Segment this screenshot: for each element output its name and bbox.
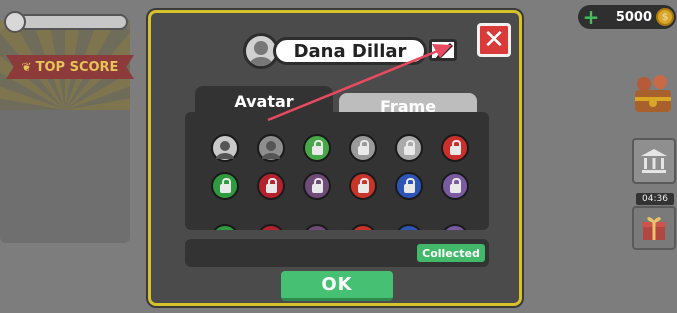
tab-avatar-label: Avatar xyxy=(234,91,294,111)
profile-dialog: Dana Dillar ✕ Frame Avatar Collected OK xyxy=(148,10,522,306)
avatar-option[interactable] xyxy=(257,134,285,162)
top-score-banner: ❦ TOP SCORE xyxy=(6,55,134,79)
plus-icon[interactable]: + xyxy=(582,7,600,27)
museum-button[interactable] xyxy=(632,138,676,184)
person-icon xyxy=(216,141,234,159)
gift-button[interactable] xyxy=(632,206,676,250)
coin-value: 5000 xyxy=(615,9,652,25)
gift-icon xyxy=(642,217,666,240)
close-icon: ✕ xyxy=(483,25,505,55)
edit-name-button[interactable] xyxy=(429,39,457,61)
avatar-option-partial[interactable] xyxy=(349,224,377,230)
lock-icon xyxy=(403,139,415,155)
gift-timer: 04:36 xyxy=(636,193,674,205)
person-icon xyxy=(262,141,280,159)
top-score-label: TOP SCORE xyxy=(35,59,119,75)
avatar-option[interactable] xyxy=(441,172,469,200)
ok-button[interactable]: OK xyxy=(281,271,393,301)
avatar-grid xyxy=(185,112,489,230)
player-avatar xyxy=(4,11,26,33)
treasure-chest-icon[interactable] xyxy=(630,70,676,120)
player-name-field: Dana Dillar xyxy=(273,37,427,65)
avatar-option[interactable] xyxy=(211,172,239,200)
avatar-option-partial[interactable] xyxy=(303,224,331,230)
lock-icon xyxy=(219,177,231,193)
avatar-option[interactable] xyxy=(303,172,331,200)
lock-icon xyxy=(357,139,369,155)
player-name: Dana Dillar xyxy=(293,40,407,62)
lock-icon xyxy=(449,139,461,155)
avatar-option[interactable] xyxy=(257,172,285,200)
avatar-option[interactable] xyxy=(211,134,239,162)
ok-button-label: OK xyxy=(321,274,353,295)
player-bar[interactable] xyxy=(4,11,128,33)
close-button[interactable]: ✕ xyxy=(477,23,511,57)
museum-icon xyxy=(641,149,667,173)
lock-icon xyxy=(311,139,323,155)
avatar-option-partial[interactable] xyxy=(211,224,239,230)
avatar-option-partial[interactable] xyxy=(441,224,469,230)
player-progress-bar xyxy=(18,14,128,30)
avatar-option[interactable] xyxy=(303,134,331,162)
avatar-option[interactable] xyxy=(441,134,469,162)
avatar-option[interactable] xyxy=(395,134,423,162)
coin-icon: $ xyxy=(656,8,674,26)
avatar-option[interactable] xyxy=(395,172,423,200)
avatar-option-partial[interactable] xyxy=(257,224,285,230)
lock-icon xyxy=(265,177,277,193)
pencil-icon xyxy=(436,43,453,58)
lock-icon xyxy=(449,177,461,193)
avatar-option[interactable] xyxy=(349,134,377,162)
avatar-option[interactable] xyxy=(349,172,377,200)
lock-icon xyxy=(357,177,369,193)
laurel-icon: ❦ xyxy=(21,60,32,74)
lock-icon xyxy=(403,177,415,193)
lock-icon xyxy=(311,177,323,193)
collected-badge: Collected xyxy=(417,244,485,262)
avatar-option-partial[interactable] xyxy=(395,224,423,230)
status-bar: Collected xyxy=(185,239,489,267)
coin-counter[interactable]: + 5000 $ xyxy=(578,5,676,29)
